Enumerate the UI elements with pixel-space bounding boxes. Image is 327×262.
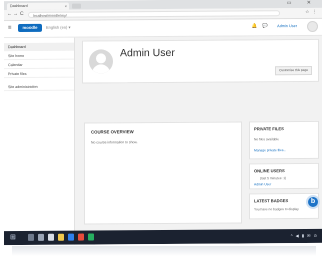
drawer-item-dashboard[interactable]: Dashboard: [4, 42, 74, 52]
empty-message: No files available: [254, 137, 279, 142]
edge-icon[interactable]: [68, 233, 74, 241]
desk-reflection: [12, 246, 316, 256]
language-menu[interactable]: English (en) ▾: [46, 25, 70, 30]
site-logo[interactable]: moodle: [18, 23, 42, 33]
user-menu-name[interactable]: Admin User: [277, 24, 297, 28]
empty-message: No course information to show.: [91, 140, 138, 145]
forward-icon[interactable]: →: [13, 11, 18, 17]
browser-menu-icons[interactable]: ☆ ⋮: [305, 9, 318, 15]
online-users-count: (last 5 minutes: 1): [260, 176, 287, 181]
nav-drawer: Dashboard Site home Calendar Private fil…: [4, 37, 75, 246]
empty-message: You have no badges to display: [254, 207, 299, 212]
top-navbar: ≡ moodle English (en) ▾ 🔔 💬 Admin User: [4, 18, 322, 39]
page-header: Admin User Customise this page: [82, 38, 319, 84]
online-user-link[interactable]: Admin User: [254, 182, 271, 186]
notification-icons[interactable]: 🔔 💬: [252, 23, 270, 29]
user-avatar: [89, 49, 113, 74]
manage-files-link[interactable]: Manage private files...: [254, 148, 286, 152]
page-title: Admin User: [120, 46, 175, 60]
tab-title: Dashboard: [10, 3, 28, 9]
window-controls[interactable]: ▭ ✕: [287, 0, 318, 6]
file-explorer-icon[interactable]: [48, 233, 54, 241]
course-overview-block: COURSE OVERVIEW No course information to…: [84, 121, 242, 225]
url-input[interactable]: localhost/moodle/my/: [28, 10, 280, 18]
drawer-item-private-files[interactable]: Private files: [4, 69, 74, 79]
new-tab-button[interactable]: [72, 3, 81, 9]
online-users-block: ONLINE USERS (last 5 minutes: 1) Admin U…: [249, 162, 319, 190]
search-icon[interactable]: [28, 233, 34, 241]
menu-icon[interactable]: ≡: [8, 25, 12, 31]
system-tray[interactable]: ^ ◀ ▮ ✉ ⊙: [291, 233, 318, 238]
block-title: ONLINE USERS: [254, 168, 285, 174]
task-view-icon[interactable]: [38, 233, 44, 241]
back-icon[interactable]: ←: [7, 11, 12, 17]
customise-page-button[interactable]: Customise this page: [275, 65, 312, 76]
folder-icon[interactable]: [58, 233, 64, 241]
block-title: PRIVATE FILES: [254, 126, 284, 132]
reload-icon[interactable]: C: [20, 11, 24, 17]
drawer-item-calendar[interactable]: Calendar: [4, 60, 74, 70]
floating-action-button[interactable]: b: [306, 194, 320, 210]
close-icon[interactable]: ×: [65, 3, 67, 10]
screen: Dashboard × ▭ ✕ ← → C localhost/moodle/m…: [4, 0, 322, 246]
start-icon[interactable]: ⊞: [10, 233, 16, 241]
block-title: LATEST BADGES: [254, 198, 289, 204]
taskbar: ⊞ ^ ◀ ▮ ✉ ⊙: [4, 228, 322, 246]
app-icon[interactable]: [78, 233, 84, 241]
block-title: COURSE OVERVIEW: [91, 129, 134, 135]
drawer-item-site-administration[interactable]: Site administration: [4, 82, 74, 92]
drawer-item-site-home[interactable]: Site home: [4, 51, 74, 61]
avatar[interactable]: [307, 20, 318, 32]
chrome-icon[interactable]: [88, 233, 94, 241]
private-files-block: PRIVATE FILES No files available Manage …: [249, 120, 319, 160]
